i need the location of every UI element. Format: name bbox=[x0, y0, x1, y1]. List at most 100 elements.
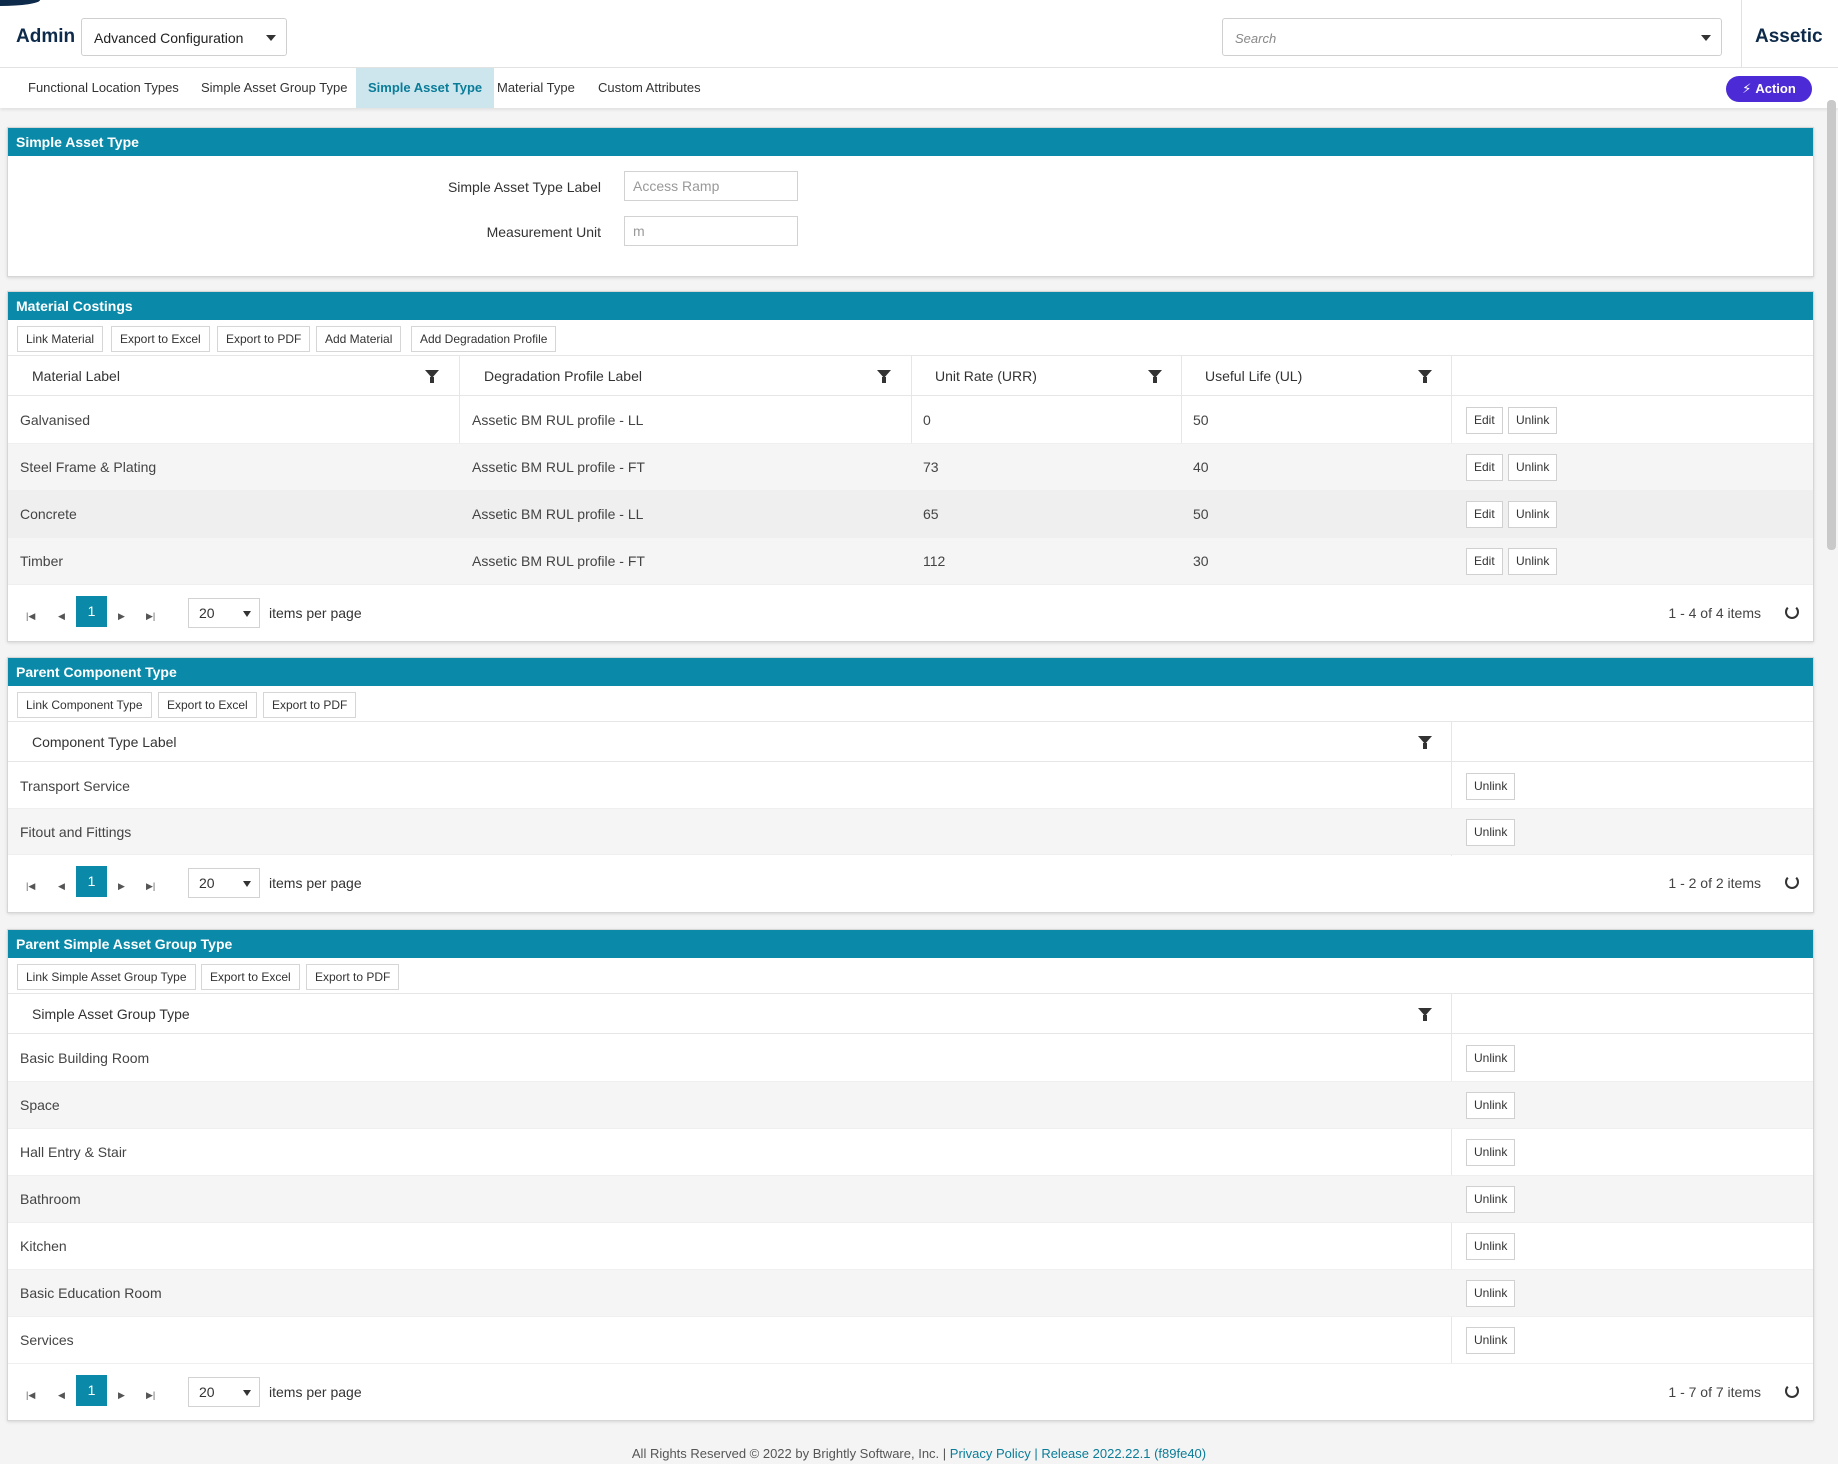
export-excel-button[interactable]: Export to Excel bbox=[158, 692, 257, 718]
material-cell: Galvanised bbox=[20, 412, 91, 428]
unlink-button[interactable]: Unlink bbox=[1466, 1045, 1516, 1072]
tab-custom-attributes[interactable]: Custom Attributes bbox=[586, 68, 713, 108]
asset-type-label-input[interactable]: Access Ramp bbox=[624, 171, 798, 201]
unlink-button[interactable]: Unlink bbox=[1466, 1139, 1516, 1166]
first-page-icon[interactable]: |◀ bbox=[26, 881, 35, 892]
export-pdf-button[interactable]: Export to PDF bbox=[217, 326, 311, 352]
filter-icon[interactable] bbox=[1418, 736, 1432, 749]
unlink-button[interactable]: Unlink bbox=[1466, 1186, 1516, 1213]
unlink-button[interactable]: Unlink bbox=[1508, 407, 1558, 434]
next-page-icon[interactable]: ▶ bbox=[118, 1390, 125, 1401]
edit-button[interactable]: Edit bbox=[1466, 454, 1503, 481]
release-info: | Release 2022.22.1 (f89fe40) bbox=[1034, 1446, 1207, 1461]
configuration-select-value: Advanced Configuration bbox=[94, 30, 244, 46]
filter-icon[interactable] bbox=[1418, 1008, 1432, 1021]
export-pdf-button[interactable]: Export to PDF bbox=[263, 692, 357, 718]
export-excel-button[interactable]: Export to Excel bbox=[201, 964, 300, 990]
life-cell: 40 bbox=[1193, 459, 1209, 475]
next-page-icon[interactable]: ▶ bbox=[118, 881, 125, 892]
tab-simple-asset-group-type[interactable]: Simple Asset Group Type bbox=[189, 68, 359, 108]
filter-icon[interactable] bbox=[1148, 370, 1162, 383]
material-pager: |◀ ◀ 1 ▶ ▶| 20 items per page 1 - 4 of 4… bbox=[8, 585, 1813, 642]
edit-button[interactable]: Edit bbox=[1466, 407, 1503, 434]
page-size-select[interactable]: 20 bbox=[188, 598, 260, 628]
page-size-select[interactable]: 20 bbox=[188, 1377, 260, 1407]
page-size-select[interactable]: 20 bbox=[188, 868, 260, 898]
profile-cell: Assetic BM RUL profile - FT bbox=[472, 459, 645, 475]
parent-component-panel: Parent Component Type Link Component Typ… bbox=[7, 657, 1814, 913]
material-costings-panel: Material Costings Link Material Export t… bbox=[7, 291, 1814, 642]
group-cell: Basic Education Room bbox=[20, 1285, 162, 1301]
table-row: Space Unlink bbox=[8, 1082, 1813, 1129]
search-input[interactable]: Search bbox=[1222, 18, 1722, 56]
first-page-icon[interactable]: |◀ bbox=[26, 611, 35, 622]
group-pager: |◀ ◀ 1 ▶ ▶| 20 items per page 1 - 7 of 7… bbox=[8, 1364, 1813, 1421]
current-page[interactable]: 1 bbox=[76, 1375, 107, 1406]
action-button[interactable]: ⚡ Action bbox=[1726, 76, 1812, 102]
last-page-icon[interactable]: ▶| bbox=[146, 881, 155, 892]
link-component-type-button[interactable]: Link Component Type bbox=[17, 692, 152, 718]
material-cell: Steel Frame & Plating bbox=[20, 459, 157, 475]
rate-cell: 65 bbox=[923, 506, 939, 522]
column-unit-rate[interactable]: Unit Rate (URR) bbox=[911, 356, 1037, 396]
refresh-icon[interactable] bbox=[1785, 1384, 1799, 1398]
component-cell: Fitout and Fittings bbox=[20, 824, 132, 840]
edit-button[interactable]: Edit bbox=[1466, 548, 1503, 575]
column-component-type-label[interactable]: Component Type Label bbox=[8, 722, 177, 762]
export-pdf-button[interactable]: Export to PDF bbox=[306, 964, 400, 990]
current-page[interactable]: 1 bbox=[76, 866, 107, 897]
unlink-button[interactable]: Unlink bbox=[1466, 1327, 1516, 1354]
unlink-button[interactable]: Unlink bbox=[1466, 1280, 1516, 1307]
export-excel-button[interactable]: Export to Excel bbox=[111, 326, 210, 352]
next-page-icon[interactable]: ▶ bbox=[118, 611, 125, 622]
column-material-label[interactable]: Material Label bbox=[8, 356, 120, 396]
tab-functional-location-types[interactable]: Functional Location Types bbox=[16, 68, 191, 108]
parent-group-panel: Parent Simple Asset Group Type Link Simp… bbox=[7, 929, 1814, 1421]
tab-bar: Functional Location Types Simple Asset G… bbox=[0, 68, 1838, 108]
unlink-button[interactable]: Unlink bbox=[1466, 1233, 1516, 1260]
edit-button[interactable]: Edit bbox=[1466, 501, 1503, 528]
tab-simple-asset-type[interactable]: Simple Asset Type bbox=[356, 68, 495, 108]
filter-icon[interactable] bbox=[425, 370, 439, 383]
search-placeholder: Search bbox=[1235, 31, 1277, 46]
unlink-button[interactable]: Unlink bbox=[1466, 1092, 1516, 1119]
profile-cell: Assetic BM RUL profile - LL bbox=[472, 506, 644, 522]
link-material-button[interactable]: Link Material bbox=[17, 326, 104, 352]
column-simple-asset-group-type[interactable]: Simple Asset Group Type bbox=[8, 994, 190, 1034]
refresh-icon[interactable] bbox=[1785, 605, 1799, 619]
tab-material-type[interactable]: Material Type bbox=[485, 68, 587, 108]
rate-cell: 0 bbox=[923, 412, 931, 428]
table-row: Fitout and Fittings Unlink bbox=[8, 809, 1813, 855]
rate-cell: 112 bbox=[923, 553, 946, 569]
brand-logo: Assetic bbox=[1755, 26, 1823, 47]
prev-page-icon[interactable]: ◀ bbox=[58, 881, 65, 892]
last-page-icon[interactable]: ▶| bbox=[146, 611, 155, 622]
current-page[interactable]: 1 bbox=[76, 596, 107, 627]
page-scrollbar[interactable] bbox=[1827, 100, 1836, 550]
unlink-button[interactable]: Unlink bbox=[1508, 454, 1558, 481]
rate-cell: 73 bbox=[923, 459, 939, 475]
unlink-button[interactable]: Unlink bbox=[1466, 773, 1516, 800]
refresh-icon[interactable] bbox=[1785, 875, 1799, 889]
filter-icon[interactable] bbox=[1418, 370, 1432, 383]
prev-page-icon[interactable]: ◀ bbox=[58, 611, 65, 622]
last-page-icon[interactable]: ▶| bbox=[146, 1390, 155, 1401]
first-page-icon[interactable]: |◀ bbox=[26, 1390, 35, 1401]
add-material-button[interactable]: Add Material bbox=[316, 326, 402, 352]
unlink-button[interactable]: Unlink bbox=[1466, 819, 1516, 846]
link-simple-asset-group-type-button[interactable]: Link Simple Asset Group Type bbox=[17, 964, 196, 990]
filter-icon[interactable] bbox=[877, 370, 891, 383]
measurement-unit-input[interactable]: m bbox=[624, 216, 798, 246]
chevron-down-icon bbox=[243, 881, 251, 887]
prev-page-icon[interactable]: ◀ bbox=[58, 1390, 65, 1401]
column-degradation-profile[interactable]: Degradation Profile Label bbox=[460, 356, 642, 396]
table-row: Bathroom Unlink bbox=[8, 1176, 1813, 1223]
profile-cell: Assetic BM RUL profile - FT bbox=[472, 553, 645, 569]
unlink-button[interactable]: Unlink bbox=[1508, 548, 1558, 575]
privacy-policy-link[interactable]: Privacy Policy bbox=[950, 1446, 1031, 1461]
table-row: Galvanised Assetic BM RUL profile - LL 0… bbox=[8, 397, 1813, 444]
configuration-select[interactable]: Advanced Configuration bbox=[81, 18, 287, 56]
add-degradation-profile-button[interactable]: Add Degradation Profile bbox=[411, 326, 557, 352]
column-useful-life[interactable]: Useful Life (UL) bbox=[1181, 356, 1302, 396]
unlink-button[interactable]: Unlink bbox=[1508, 501, 1558, 528]
